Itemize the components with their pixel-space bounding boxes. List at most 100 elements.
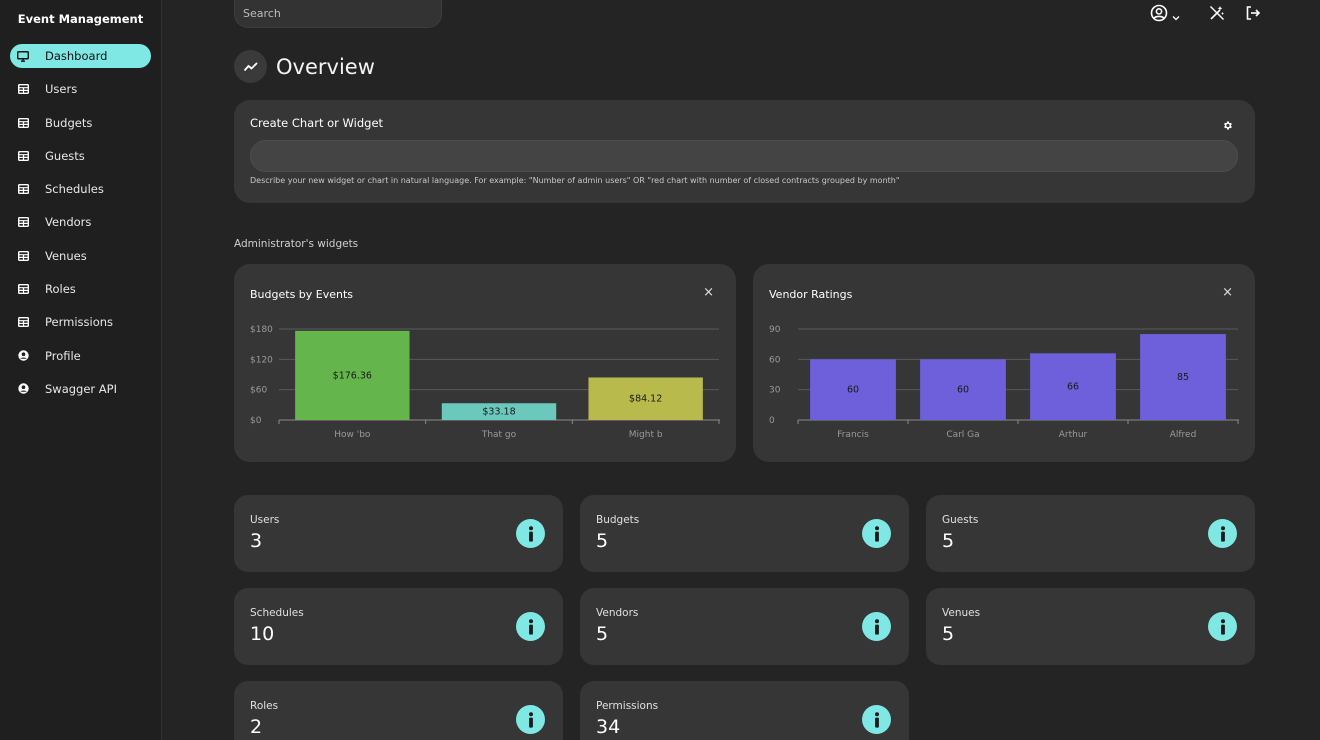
stat-label: Schedules	[250, 607, 304, 619]
sidebar-item-budgets[interactable]: Budgets	[10, 111, 151, 135]
magic-wand-off-icon	[1208, 4, 1226, 26]
sidebar-item-users[interactable]: Users	[10, 77, 151, 101]
chart-card-vendors: Vendor Ratings × 0 30 60 90 60 Francis 60 Carl …	[753, 264, 1255, 462]
table-icon	[17, 183, 29, 195]
user-circle-icon	[17, 383, 29, 395]
sidebar: Event Management Dashboard Users Budgets Gu…	[0, 0, 162, 740]
sidebar-item-permissions[interactable]: Permissions	[10, 310, 151, 334]
info-icon[interactable]	[862, 519, 891, 548]
stat-value: 34	[596, 716, 621, 738]
table-icon	[17, 250, 29, 262]
chart-title: Vendor Ratings	[769, 288, 853, 301]
stat-card-roles: Roles 2	[234, 681, 563, 740]
y-tick-label: $0	[250, 416, 262, 426]
y-tick-label: 30	[769, 386, 781, 396]
y-tick-label: $180	[250, 325, 273, 335]
page-header: Overview	[234, 50, 375, 83]
info-icon[interactable]	[516, 612, 545, 641]
close-icon[interactable]: ×	[1222, 286, 1233, 299]
vendor-ratings-bar-chart: 0 30 60 90 60 Francis 60 Carl Ga 66 Arthur 85 Alfre…	[769, 325, 1239, 440]
table-icon	[17, 283, 29, 295]
info-icon[interactable]	[862, 705, 891, 734]
logout-icon	[1244, 4, 1262, 26]
y-tick-label: 60	[769, 355, 781, 365]
widget-description-input[interactable]	[250, 140, 1238, 172]
sidebar-item-label: Guests	[45, 148, 85, 163]
chevron-down-icon	[1172, 6, 1180, 25]
app-title: Event Management	[17, 12, 144, 26]
info-icon[interactable]	[862, 612, 891, 641]
stat-card-budgets: Budgets 5	[580, 495, 909, 572]
stat-value: 10	[250, 623, 275, 645]
user-circle-icon	[1150, 4, 1168, 26]
sidebar-item-roles[interactable]: Roles	[10, 277, 151, 301]
sidebar-item-label: Schedules	[45, 182, 104, 197]
data-label: $84.12	[629, 394, 662, 405]
sidebar-item-vendors[interactable]: Vendors	[10, 210, 151, 234]
sidebar-item-profile[interactable]: Profile	[10, 344, 151, 368]
sidebar-item-label: Users	[45, 82, 78, 97]
y-tick-label: 0	[769, 416, 775, 426]
logout-button[interactable]	[1244, 4, 1262, 26]
y-tick-label: 90	[769, 325, 781, 335]
stat-value: 5	[596, 530, 609, 552]
stat-card-users: Users 3	[234, 495, 563, 572]
stat-value: 2	[250, 716, 263, 738]
stat-card-vendors: Vendors 5	[580, 588, 909, 665]
stat-label: Budgets	[596, 514, 640, 526]
widgets-section-label: Administrator's widgets	[234, 238, 359, 250]
stat-label: Roles	[250, 700, 279, 712]
sidebar-item-label: Budgets	[45, 115, 93, 130]
sidebar-item-swagger-api[interactable]: Swagger API	[10, 377, 151, 401]
gear-icon[interactable]	[1222, 116, 1233, 135]
stat-card-schedules: Schedules 10	[234, 588, 563, 665]
stat-value: 5	[942, 623, 955, 645]
user-circle-icon	[17, 350, 29, 362]
stat-value: 5	[942, 530, 955, 552]
info-icon[interactable]	[1208, 612, 1237, 641]
table-icon	[17, 316, 29, 328]
x-tick-label: Might b	[629, 430, 663, 440]
table-icon	[17, 150, 29, 162]
trend-chart-icon	[234, 50, 267, 83]
data-label: 66	[1067, 382, 1079, 393]
sidebar-item-label: Vendors	[45, 215, 92, 230]
info-icon[interactable]	[516, 519, 545, 548]
stat-label: Venues	[942, 607, 981, 619]
sidebar-item-dashboard[interactable]: Dashboard	[10, 44, 151, 68]
stat-card-guests: Guests 5	[926, 495, 1255, 572]
info-icon[interactable]	[1208, 519, 1237, 548]
chart-card-budgets: Budgets by Events × $0 $60 $120 $180 $176.36…	[234, 264, 736, 462]
close-icon[interactable]: ×	[703, 286, 714, 299]
create-widget-title: Create Chart or Widget	[250, 116, 384, 130]
table-icon	[17, 83, 29, 95]
sidebar-item-schedules[interactable]: Schedules	[10, 177, 151, 201]
data-label: 60	[957, 385, 969, 396]
top-toolbar	[1150, 4, 1262, 26]
search-input[interactable]	[234, 0, 442, 28]
create-widget-panel: Create Chart or Widget Describe your new…	[234, 100, 1255, 203]
stat-card-venues: Venues 5	[926, 588, 1255, 665]
budgets-bar-chart: $0 $60 $120 $180 $176.36 How 'bo $33.18 That go…	[250, 325, 720, 440]
stat-label: Guests	[942, 514, 979, 526]
table-icon	[17, 216, 29, 228]
stat-label: Permissions	[596, 700, 659, 712]
table-icon	[17, 117, 29, 129]
data-label: $33.18	[482, 407, 515, 418]
chart-title: Budgets by Events	[250, 288, 354, 301]
stat-value: 3	[250, 530, 263, 552]
sidebar-item-guests[interactable]: Guests	[10, 144, 151, 168]
x-tick-label: Francis	[837, 430, 869, 440]
theme-toggle-button[interactable]	[1208, 4, 1226, 26]
sidebar-item-label: Profile	[45, 348, 81, 363]
sidebar-item-label: Roles	[45, 282, 76, 297]
stat-card-permissions: Permissions 34	[580, 681, 909, 740]
data-label: 60	[847, 385, 859, 396]
stat-label: Users	[250, 514, 280, 526]
monitor-icon	[17, 50, 29, 62]
info-icon[interactable]	[516, 705, 545, 734]
user-menu-button[interactable]	[1150, 4, 1180, 26]
x-tick-label: Alfred	[1170, 430, 1197, 440]
sidebar-item-venues[interactable]: Venues	[10, 244, 151, 268]
x-tick-label: How 'bo	[334, 430, 371, 440]
